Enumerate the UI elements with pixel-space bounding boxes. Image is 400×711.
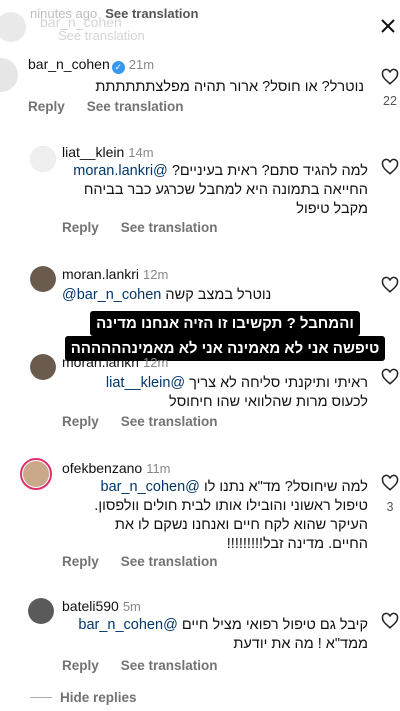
heart-icon[interactable] <box>381 68 399 86</box>
text-line: החיים. מדינה זבל!!!!!!!!! <box>226 536 368 552</box>
comment-username[interactable]: liat__klein 14m <box>62 144 154 160</box>
see-translation-button[interactable]: See translation <box>121 220 218 235</box>
comment-username[interactable]: ofekbenzano 11m <box>62 460 171 476</box>
story-header-ghost: ninutes ago See translation bar_n_cohen S… <box>0 0 400 48</box>
comment-time: 21m <box>128 57 155 72</box>
comment-text: נוטרל? או חוסל? ארור תהיה מפלצתתתתתת <box>95 79 364 95</box>
comment-time: 5m <box>122 599 141 614</box>
comment-item: bateli590 5m קיבל גם טיפול רפואי מציל חיי… <box>0 594 400 684</box>
comment-text: @bar_n_cohen נוטרל במצב קשה <box>62 286 368 305</box>
comment-text: למה להגיד סתם? ראית בעיניים? @moran.lank… <box>62 162 368 219</box>
comment-username[interactable]: bateli590 5m <box>62 598 141 614</box>
comment-actions: Reply See translation <box>28 99 206 114</box>
comment-time: 12m <box>143 267 169 282</box>
divider <box>30 697 52 698</box>
ghost-translation: See translation <box>58 28 145 43</box>
username-text[interactable]: liat__klein <box>62 144 124 160</box>
reply-button[interactable]: Reply <box>62 658 99 673</box>
comment-time: 14m <box>128 145 154 160</box>
avatar[interactable] <box>28 598 54 624</box>
comment-item: moran.lankri 12m ראיתי ותיקנתי סליחה לא צ… <box>0 352 400 442</box>
username-text[interactable]: bar_n_cohen <box>28 56 110 72</box>
heart-icon[interactable] <box>381 276 399 294</box>
see-translation-button[interactable]: See translation <box>87 99 184 114</box>
text-line: החייאה בתמונה היא למחבל שכרגע כבר בביהח <box>83 182 368 198</box>
comment-actions: Reply See translation <box>62 658 240 673</box>
mention-link[interactable]: @bar_n_cohen <box>101 479 200 495</box>
heart-icon[interactable] <box>381 158 399 176</box>
comment-time: 11m <box>146 461 171 476</box>
see-translation-button[interactable]: See translation <box>121 554 218 569</box>
comment-text: למה שיחוסל? מד"א נתנו לו @bar_n_cohen טי… <box>62 478 368 554</box>
mention-link[interactable]: @bar_n_cohen <box>62 287 161 303</box>
comment-actions: Reply See translation <box>62 554 240 569</box>
mention-link[interactable]: @bar_n_cohen <box>78 617 177 633</box>
verified-icon: ✓ <box>111 61 125 74</box>
text-line: נוטרל במצב קשה <box>165 287 272 303</box>
text-line: ראיתי ותיקנתי סליחה לא צריך <box>189 375 368 391</box>
text-line: העיקר שהוא לקח חיים ואנחנו נשקם לו את <box>114 517 368 533</box>
avatar[interactable] <box>30 266 56 292</box>
hide-replies-label[interactable]: Hide replies <box>60 690 137 705</box>
see-translation-button[interactable]: See translation <box>121 658 218 673</box>
comment-item: ofekbenzano 11m למה שיחוסל? מד"א נתנו לו … <box>0 458 400 578</box>
heart-icon[interactable] <box>381 368 399 386</box>
avatar[interactable] <box>0 58 18 92</box>
comment-username[interactable]: moran.lankri 12m <box>62 266 168 282</box>
avatar <box>0 12 26 42</box>
text-line: למה להגיד סתם? ראית בעיניים? <box>171 163 368 179</box>
text-line: טיפול ראשוני והובילו אותו לבית חולים וול… <box>94 498 368 514</box>
comment-actions: Reply See translation <box>62 220 240 235</box>
username-text[interactable]: moran.lankri <box>62 354 139 370</box>
like-count: 22 <box>383 94 397 108</box>
comment-item: bar_n_cohen ✓ 21m נוטרל? או חוסל? ארור תהי… <box>0 50 400 120</box>
close-icon[interactable] <box>378 16 398 36</box>
heart-icon[interactable] <box>381 474 399 492</box>
reply-button[interactable]: Reply <box>28 99 65 114</box>
comment-username[interactable]: bar_n_cohen ✓ 21m <box>28 56 154 74</box>
username-text[interactable]: ofekbenzano <box>62 460 142 476</box>
comment-username[interactable]: moran.lankri 12m <box>62 354 168 370</box>
heart-icon[interactable] <box>381 612 399 630</box>
comment-actions: Reply See translation <box>62 414 240 429</box>
text-line: ממד"א ! מה את יודעת <box>233 636 368 652</box>
reply-button[interactable]: Reply <box>62 554 99 569</box>
comment-item: liat__klein 14m למה להגיד סתם? ראית בעיני… <box>0 138 400 248</box>
reply-button[interactable]: Reply <box>62 414 99 429</box>
text-line: לכעוס מרות שהלוואי שהו חיחוסל <box>169 394 368 410</box>
see-translation-button[interactable]: See translation <box>121 414 218 429</box>
comment-text: קיבל גם טיפול רפואי מציל חיים @bar_n_coh… <box>62 616 368 654</box>
mention-link[interactable]: @moran.lankri <box>73 163 168 179</box>
hide-replies-button[interactable]: Hide replies <box>30 690 137 705</box>
comment-time: 12m <box>143 355 169 370</box>
avatar[interactable] <box>30 354 56 380</box>
mention-link[interactable]: @liat__klein <box>106 375 185 391</box>
username-text[interactable]: bateli590 <box>62 598 119 614</box>
avatar[interactable] <box>30 146 56 172</box>
overlay-line: והמחבל ? תקשיבו זו הזיה אנחנו מדינה <box>90 311 360 336</box>
username-text[interactable]: moran.lankri <box>62 266 139 282</box>
reply-button[interactable]: Reply <box>62 220 99 235</box>
text-line: מקבל טיפול <box>296 201 368 217</box>
avatar[interactable] <box>20 458 52 490</box>
text-line: למה שיחוסל? מד"א נתנו לו <box>203 479 368 495</box>
text-line: קיבל גם טיפול רפואי מציל חיים <box>181 617 368 633</box>
comment-text: ראיתי ותיקנתי סליחה לא צריך @liat__klein… <box>62 374 368 412</box>
like-count: 3 <box>386 500 394 514</box>
